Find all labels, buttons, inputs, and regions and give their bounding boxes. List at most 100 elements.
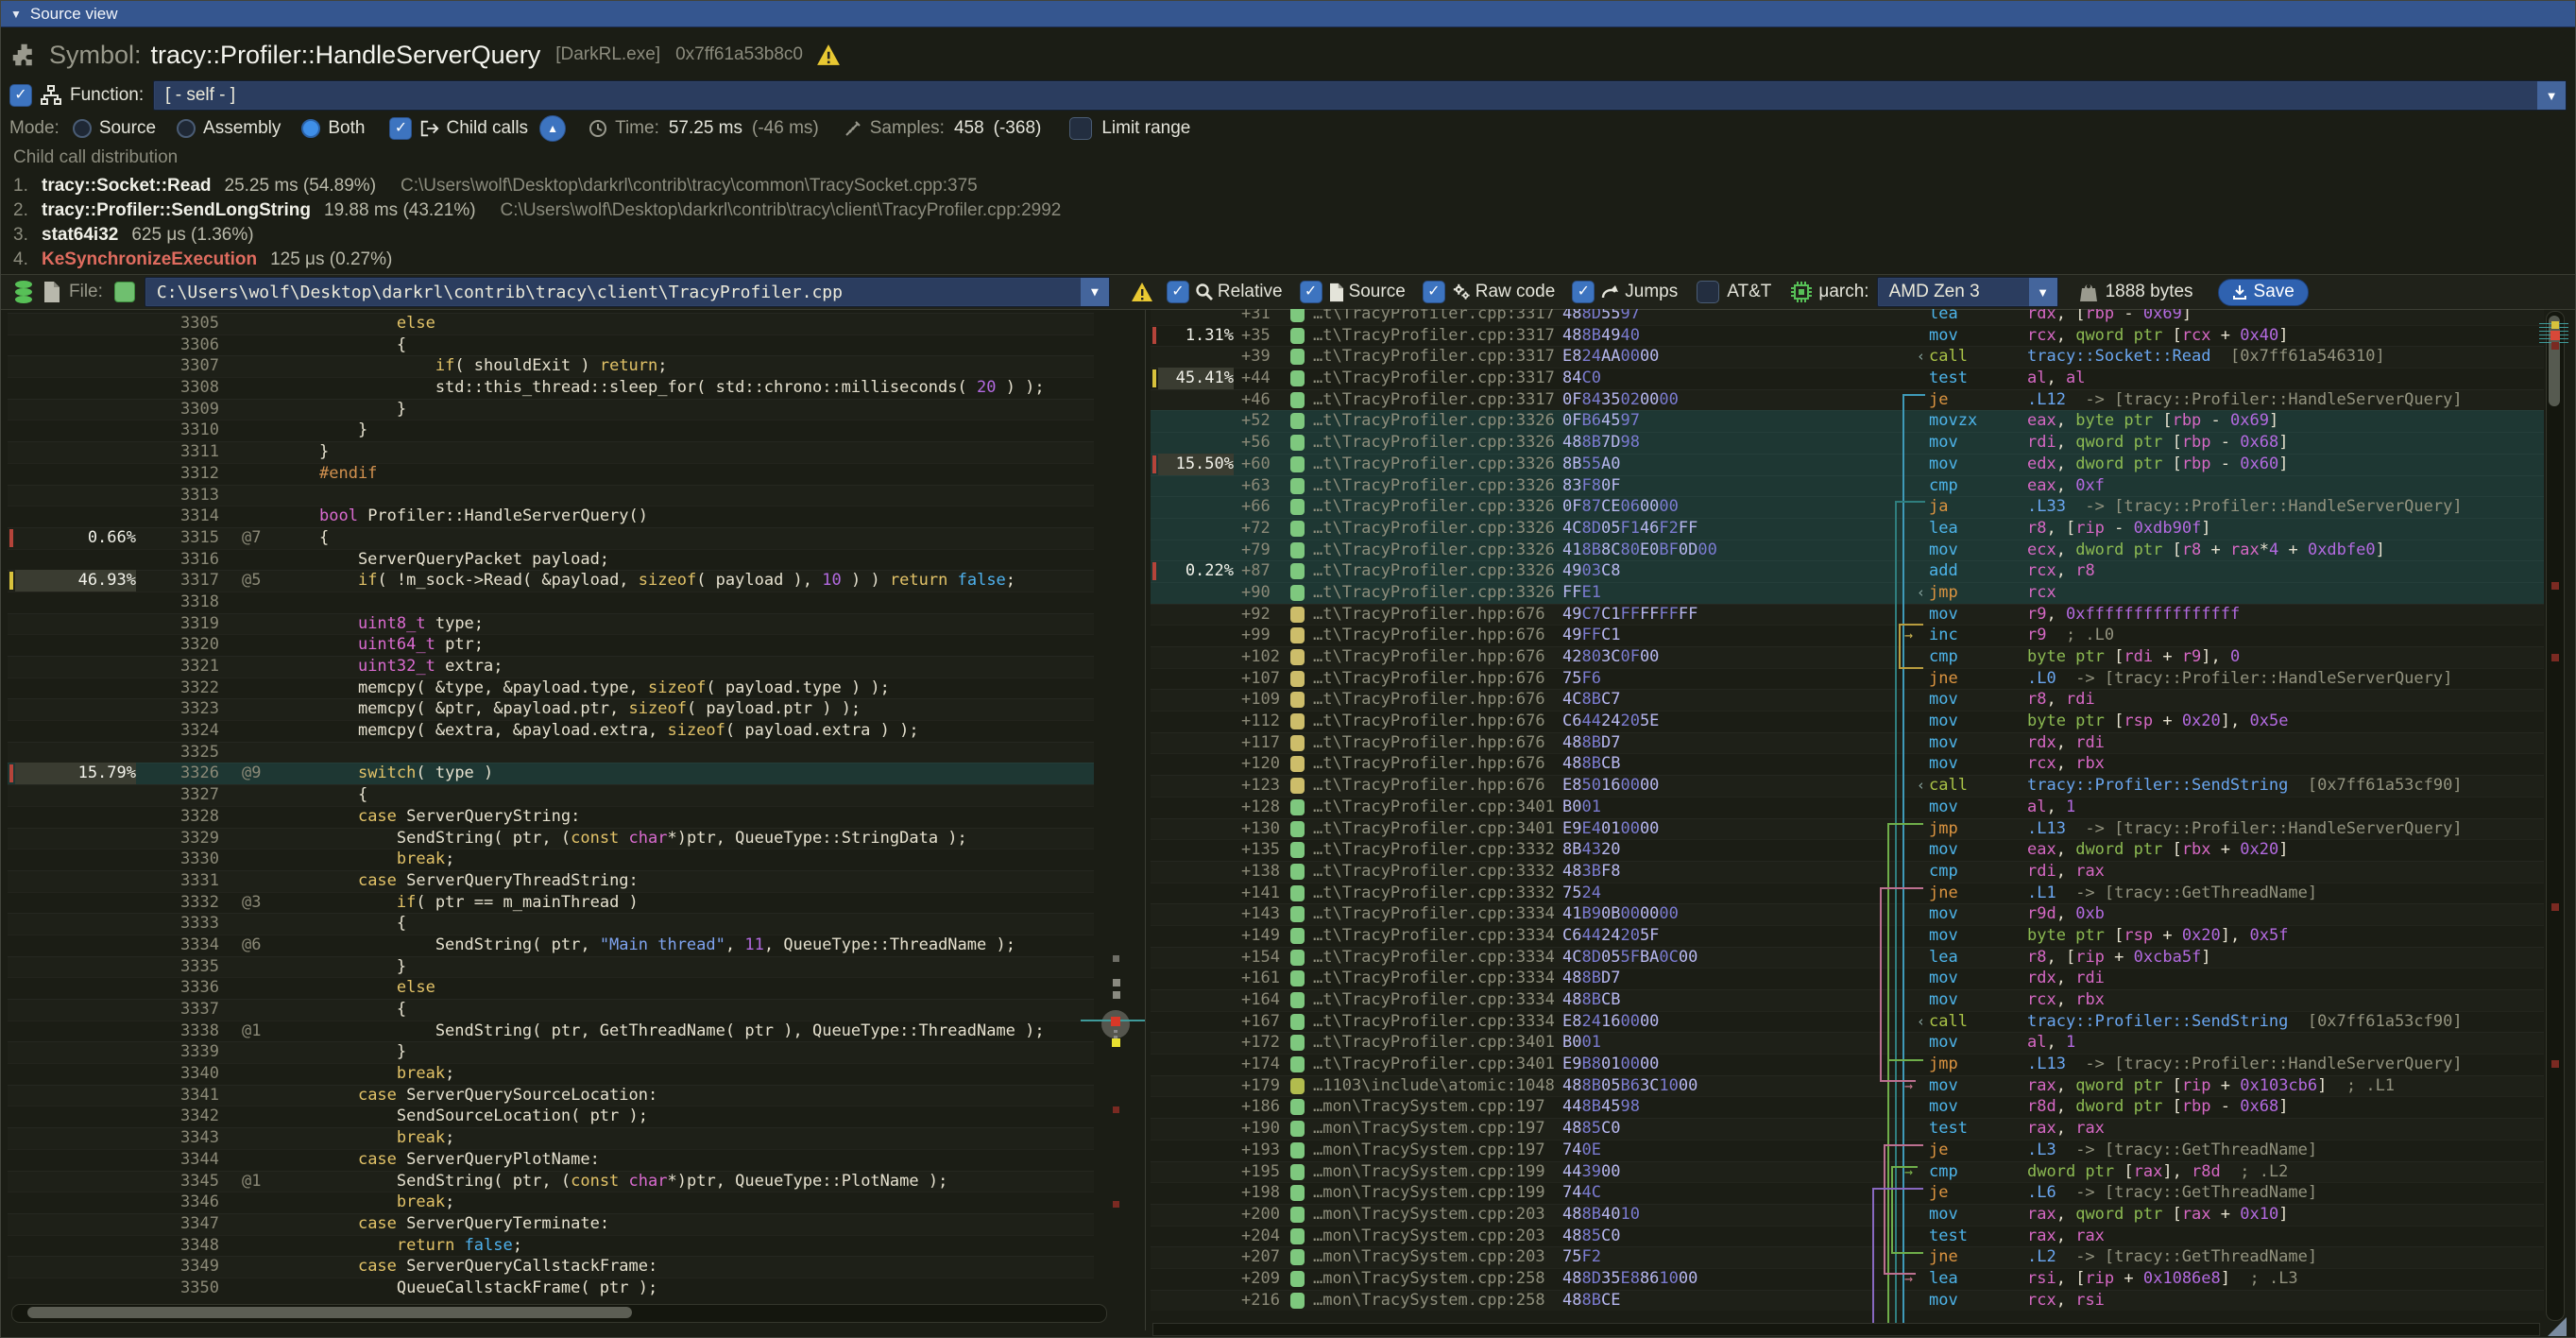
asm-location[interactable]: …t\TracyProfiler.cpp:3317 [1313, 309, 1555, 325]
asm-location[interactable]: …t\TracyProfiler.hpp:676 [1313, 604, 1545, 626]
asm-mnemonic[interactable]: mov [1929, 711, 1958, 732]
asm-location[interactable]: …t\TracyProfiler.cpp:3326 [1313, 410, 1555, 432]
asm-mnemonic[interactable]: cmp [1929, 1161, 1958, 1183]
source-line[interactable]: 3339 } [8, 1041, 1094, 1063]
asm-location[interactable]: …t\TracyProfiler.hpp:676 [1313, 753, 1545, 775]
assembly-vertical-scrollbar[interactable] [2546, 311, 2565, 1321]
asm-mnemonic[interactable]: mov [1929, 839, 1958, 861]
asm-location[interactable]: …t\TracyProfiler.cpp:3317 [1313, 325, 1555, 347]
source-line[interactable]: 3341 case ServerQuerySourceLocation: [8, 1085, 1094, 1106]
source-line[interactable]: 3316 ServerQueryPacket payload; [8, 549, 1094, 571]
asm-mnemonic[interactable]: jne [1929, 1246, 1958, 1268]
source-line[interactable]: 3318 [8, 592, 1094, 613]
asm-mnemonic[interactable]: cmp [1929, 475, 1958, 497]
source-line[interactable]: 3309 } [8, 399, 1094, 420]
asm-mnemonic[interactable]: lea [1929, 518, 1958, 540]
asm-location[interactable]: …t\TracyProfiler.hpp:676 [1313, 732, 1545, 754]
source-line[interactable]: 3324 memcpy( &extra, &payload.extra, siz… [8, 720, 1094, 742]
asm-mnemonic[interactable]: call [1929, 346, 1968, 368]
asm-row[interactable]: +79 …t\TracyProfiler.cpp:3326 418B8C80E0… [1151, 540, 2544, 561]
asm-location[interactable]: …mon\TracySystem.cpp:199 [1313, 1182, 1545, 1204]
source-line[interactable]: 3307 if( shouldExit ) return; [8, 355, 1094, 377]
radio-source[interactable] [73, 119, 92, 138]
asm-row[interactable]: +143 …t\TracyProfiler.cpp:3334 41B90B000… [1151, 903, 2544, 925]
child-call-entry[interactable]: 4. KeSynchronizeExecution 125 μs (0.27%) [13, 249, 2567, 274]
asm-mnemonic[interactable]: jmp [1929, 818, 1958, 840]
asm-row[interactable]: +138 …t\TracyProfiler.cpp:3332 483BF8 cm… [1151, 861, 2544, 883]
asm-row[interactable]: +123 …t\TracyProfiler.hpp:676 E850160000… [1151, 775, 2544, 797]
asm-mnemonic[interactable]: mov [1929, 1096, 1958, 1118]
asm-row[interactable]: +174 …t\TracyProfiler.cpp:3401 E9B801000… [1151, 1054, 2544, 1075]
chevron-down-icon[interactable]: ▼ [1081, 278, 1109, 306]
jumps-checkbox[interactable]: ✓ [1572, 281, 1595, 303]
asm-location[interactable]: …t\TracyProfiler.cpp:3326 [1313, 560, 1555, 582]
source-line[interactable]: 3312 #endif [8, 463, 1094, 485]
asm-mnemonic[interactable]: mov [1929, 1290, 1958, 1312]
assembly-horizontal-scrollbar[interactable] [1152, 1323, 2540, 1336]
asm-row[interactable]: +99 …t\TracyProfiler.hpp:676 49FFC1 → in… [1151, 625, 2544, 646]
asm-location[interactable]: …t\TracyProfiler.cpp:3326 [1313, 454, 1555, 475]
source-line[interactable]: 3331 case ServerQueryThreadString: [8, 870, 1094, 892]
asm-mnemonic[interactable]: add [1929, 560, 1958, 582]
asm-mnemonic[interactable]: jne [1929, 668, 1958, 690]
asm-mnemonic[interactable]: call [1929, 775, 1968, 797]
asm-row[interactable]: +216 …mon\TracySystem.cpp:258 488BCE mov… [1151, 1290, 2544, 1312]
chevron-down-icon[interactable]: ▼ [2029, 278, 2057, 306]
asm-row[interactable]: +164 …t\TracyProfiler.cpp:3334 488BCB mo… [1151, 989, 2544, 1011]
asm-location[interactable]: …t\TracyProfiler.cpp:3332 [1313, 861, 1555, 883]
asm-row[interactable]: 45.41% +44 …t\TracyProfiler.cpp:3317 84C… [1151, 368, 2544, 389]
asm-location[interactable]: …mon\TracySystem.cpp:197 [1313, 1140, 1545, 1161]
asm-location[interactable]: …t\TracyProfiler.cpp:3334 [1313, 947, 1555, 969]
asm-mnemonic[interactable]: je [1929, 1140, 1948, 1161]
asm-location[interactable]: …t\TracyProfiler.hpp:676 [1313, 668, 1545, 690]
asm-location[interactable]: …t\TracyProfiler.hpp:676 [1313, 711, 1545, 732]
scrollbar-thumb[interactable] [2549, 316, 2560, 406]
database-icon[interactable] [12, 280, 35, 304]
function-dropdown[interactable]: [ - self - ] ▼ [153, 80, 2567, 111]
asm-mnemonic[interactable]: call [1929, 1011, 1968, 1033]
att-checkbox[interactable] [1697, 281, 1719, 303]
asm-row[interactable]: 15.50% +60 …t\TracyProfiler.cpp:3326 8B5… [1151, 454, 2544, 475]
asm-location[interactable]: …t\TracyProfiler.hpp:676 [1313, 689, 1545, 711]
asm-mnemonic[interactable]: mov [1929, 1032, 1958, 1054]
asm-location[interactable]: …mon\TracySystem.cpp:258 [1313, 1290, 1545, 1312]
asm-mnemonic[interactable]: jmp [1929, 1054, 1958, 1075]
source-checkbox[interactable]: ✓ [1300, 281, 1322, 303]
source-line[interactable]: 3343 break; [8, 1127, 1094, 1149]
source-line[interactable]: 3319 uint8_t type; [8, 613, 1094, 635]
asm-location[interactable]: …t\TracyProfiler.cpp:3326 [1313, 475, 1555, 497]
source-line[interactable]: 3344 case ServerQueryPlotName: [8, 1149, 1094, 1171]
source-line[interactable]: 3306 { [8, 334, 1094, 356]
asm-mnemonic[interactable]: test [1929, 368, 1968, 389]
asm-mnemonic[interactable]: je [1929, 389, 1948, 411]
asm-row[interactable]: +200 …mon\TracySystem.cpp:203 488B4010 m… [1151, 1204, 2544, 1226]
asm-mnemonic[interactable]: inc [1929, 625, 1958, 646]
asm-row[interactable]: +186 …mon\TracySystem.cpp:197 448B4598 m… [1151, 1096, 2544, 1118]
child-call-entry[interactable]: 2. tracy::Profiler::SendLongString 19.88… [13, 200, 2567, 225]
function-checkbox[interactable]: ✓ [9, 84, 32, 107]
save-button[interactable]: Save [2218, 279, 2309, 306]
asm-row[interactable]: +120 …t\TracyProfiler.hpp:676 488BCB mov… [1151, 753, 2544, 775]
asm-row[interactable]: +56 …t\TracyProfiler.cpp:3326 488B7D98 m… [1151, 432, 2544, 454]
asm-row[interactable]: +167 …t\TracyProfiler.cpp:3334 E82416000… [1151, 1011, 2544, 1033]
asm-mnemonic[interactable]: mov [1929, 540, 1958, 561]
asm-mnemonic[interactable]: mov [1929, 753, 1958, 775]
source-line[interactable]: 3308 std::this_thread::sleep_for( std::c… [8, 377, 1094, 399]
asm-mnemonic[interactable]: cmp [1929, 646, 1958, 668]
asm-row[interactable]: +107 …t\TracyProfiler.hpp:676 75F6 jne .… [1151, 668, 2544, 690]
source-line[interactable]: 3346 break; [8, 1192, 1094, 1213]
source-line[interactable]: 3345 @1 SendString( ptr, (const char*)pt… [8, 1171, 1094, 1192]
uarch-dropdown[interactable]: AMD Zen 3 ▼ [1877, 277, 2058, 307]
asm-location[interactable]: …t\TracyProfiler.hpp:676 [1313, 775, 1545, 797]
asm-location[interactable]: …t\TracyProfiler.cpp:3326 [1313, 518, 1555, 540]
asm-mnemonic[interactable]: ja [1929, 496, 1948, 518]
source-line[interactable]: 3338 @1 SendString( ptr, GetThreadName( … [8, 1021, 1094, 1042]
asm-row[interactable]: +161 …t\TracyProfiler.cpp:3334 488BD7 mo… [1151, 968, 2544, 989]
source-line[interactable]: 3328 case ServerQueryString: [8, 806, 1094, 828]
source-line[interactable]: 3350 QueueCallstackFrame( ptr ); [8, 1278, 1094, 1299]
child-call-entry[interactable]: 3. stat64i32 625 μs (1.36%) [13, 225, 2567, 249]
asm-row[interactable]: +128 …t\TracyProfiler.cpp:3401 B001 mov … [1151, 797, 2544, 818]
asm-location[interactable]: …t\TracyProfiler.cpp:3401 [1313, 797, 1555, 818]
resize-corner[interactable] [2548, 1317, 2567, 1336]
asm-location[interactable]: …mon\TracySystem.cpp:203 [1313, 1226, 1545, 1247]
